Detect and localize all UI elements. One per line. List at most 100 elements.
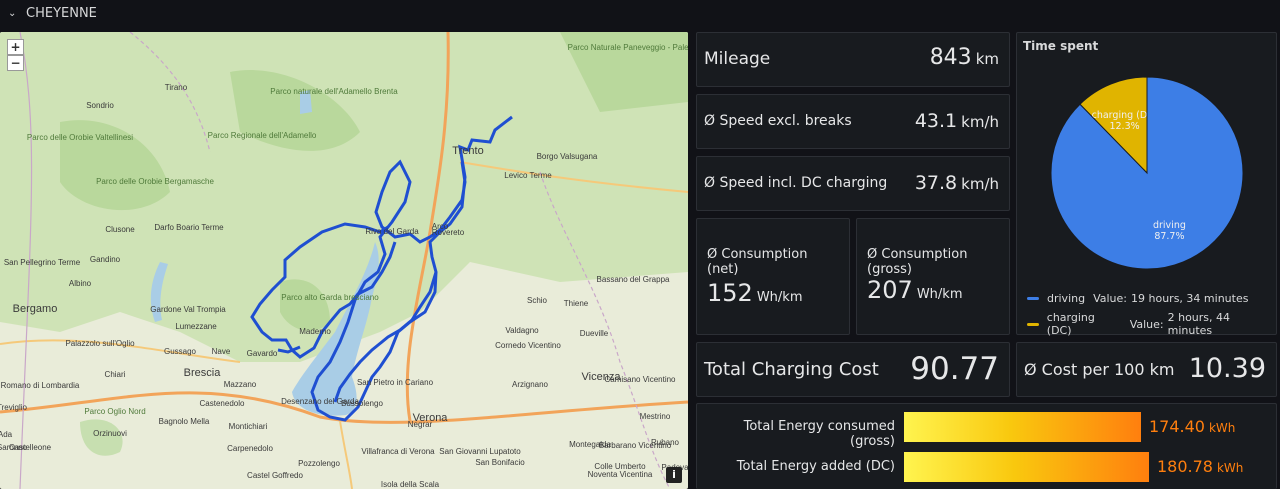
map-place-label: Mazzano bbox=[224, 380, 257, 389]
mileage-panel: Mileage 843 km bbox=[696, 32, 1010, 87]
legend-driving-swatch bbox=[1027, 297, 1039, 300]
row-title: CHEYENNE bbox=[26, 5, 97, 21]
map-place-label: Parco delle Orobie Bergamasche bbox=[96, 177, 214, 186]
consumption-net-title: Ø Consumption (net) bbox=[707, 247, 808, 277]
map-place-label: San Bonifacio bbox=[475, 458, 525, 467]
energy-consumed-bar bbox=[904, 412, 1141, 442]
map-panel[interactable]: Tirano Parco naturale dell'Adamello Brent… bbox=[0, 32, 688, 489]
map-place-label: Parco Regionale dell'Adamello bbox=[208, 131, 317, 140]
map-place-label: Bagnolo Mella bbox=[159, 417, 210, 426]
speed-excl-title: Ø Speed excl. breaks bbox=[704, 113, 852, 129]
map-place-label: Gavardo bbox=[247, 349, 278, 358]
map-place-label: Albino bbox=[69, 279, 92, 288]
map-place-label: Parco alto Garda bresciano bbox=[281, 293, 379, 302]
map-place-label: Trento bbox=[452, 145, 483, 157]
map-place-label: Pozzolengo bbox=[298, 459, 340, 468]
speed-incl-panel: Ø Speed incl. DC charging 37.8 km/h bbox=[696, 156, 1010, 211]
cost-per-100-panel: Ø Cost per 100 km 10.39 bbox=[1016, 342, 1277, 397]
map-place-label: Borgo Valsugana bbox=[537, 152, 598, 161]
cost-per-100-title: Ø Cost per 100 km bbox=[1024, 360, 1175, 379]
map-place-label: Noventa Vicentina bbox=[588, 470, 653, 479]
map-place-label: Mestrino bbox=[640, 412, 671, 421]
time-spent-pie-chart[interactable]: charging (DC)12.3%driving87.7% bbox=[1017, 33, 1278, 293]
map-place-label: Montichiari bbox=[229, 422, 268, 431]
legend-charging-value: 2 hours, 44 minutes bbox=[1167, 311, 1231, 337]
map-place-label: Thiene bbox=[564, 299, 589, 308]
map-place-label: Isola della Scala bbox=[381, 480, 440, 489]
cost-per-100-value: 10.39 bbox=[1188, 353, 1266, 384]
speed-excl-value: 43.1 km/h bbox=[914, 110, 999, 132]
speed-incl-title: Ø Speed incl. DC charging bbox=[704, 175, 888, 191]
map-place-label: Gussago bbox=[164, 347, 197, 356]
map-place-label: Parco Oglio Nord bbox=[84, 407, 145, 416]
legend-charging-swatch bbox=[1027, 322, 1039, 326]
map-place-label: Sondrio bbox=[86, 101, 114, 110]
pie-slice-percent-label: 12.3% bbox=[1109, 121, 1139, 132]
charging-cost-title: Total Charging Cost bbox=[704, 359, 879, 380]
map-place-label: Chiari bbox=[105, 370, 126, 379]
map-place-label: Nave bbox=[212, 347, 231, 356]
energy-consumed-label: Total Energy consumed (gross) bbox=[743, 419, 895, 449]
map-place-label: San Pietro in Cariano bbox=[357, 378, 434, 387]
attribution-info-button[interactable]: i bbox=[666, 467, 682, 483]
legend-charging-prefix: Value: bbox=[1129, 317, 1164, 331]
map-place-label: Riva del Garda bbox=[365, 227, 419, 236]
map-place-label: Orzinuovi bbox=[93, 429, 127, 438]
mileage-title: Mileage bbox=[704, 49, 771, 69]
map-place-label: Negrar bbox=[408, 420, 433, 429]
energy-added-bar bbox=[904, 452, 1149, 482]
consumption-gross-title: Ø Consumption (gross) bbox=[867, 247, 968, 277]
map-place-label: Palazzolo sull'Oglio bbox=[65, 339, 135, 348]
speed-excl-panel: Ø Speed excl. breaks 43.1 km/h bbox=[696, 94, 1010, 149]
map-place-label: Camisano Vicentino bbox=[604, 375, 676, 384]
map-place-label: Castenedolo bbox=[200, 399, 245, 408]
legend-driving-prefix: Value: bbox=[1093, 292, 1128, 305]
legend-driving[interactable]: driving Value: 19 hours, 34 minutes bbox=[1027, 292, 1248, 305]
zoom-out-button[interactable]: − bbox=[7, 55, 24, 71]
row-header[interactable]: ⌄ CHEYENNE bbox=[0, 0, 1280, 26]
energy-added-label: Total Energy added (DC) bbox=[736, 459, 895, 474]
time-spent-panel: Time spent charging (DC) 12.3% driving 87.7… bbox=[1016, 32, 1278, 337]
energy-consumed-value: 174.40 kWh bbox=[1149, 417, 1236, 436]
map-place-label: Levico Terme bbox=[504, 171, 552, 180]
map-place-label: Valdagno bbox=[505, 326, 539, 335]
map-place-label: Rovereto bbox=[432, 228, 465, 237]
pie-slice-driving[interactable] bbox=[1050, 76, 1244, 270]
map-place-label: Bergamo bbox=[13, 303, 58, 315]
energy-added-value: 180.78 kWh bbox=[1157, 457, 1244, 476]
map-place-label: Parco Naturale Paneveggio - Pale di San … bbox=[568, 43, 688, 52]
speed-incl-value: 37.8 km/h bbox=[914, 172, 999, 194]
consumption-net-value: 152 Wh/km bbox=[707, 279, 803, 307]
map-place-label: Arzignano bbox=[512, 380, 549, 389]
legend-driving-value: 19 hours, 34 minutes bbox=[1131, 292, 1249, 305]
map-place-label: Castel Goffredo bbox=[247, 471, 303, 480]
map-place-label: San Giovanni Lupatoto bbox=[439, 447, 521, 456]
map-place-label: Parco delle Orobie Valtellinesi bbox=[27, 133, 133, 142]
energy-panel: Total Energy consumed (gross) 174.40 kWh … bbox=[696, 403, 1277, 489]
map-place-label: Dueville bbox=[580, 329, 609, 338]
zoom-in-button[interactable]: + bbox=[7, 39, 24, 55]
map-place-label: Rubano bbox=[651, 438, 680, 447]
charging-cost-panel: Total Charging Cost 90.77 bbox=[696, 342, 1010, 397]
map-place-label: Saronno bbox=[0, 443, 28, 452]
map-place-label: Clusone bbox=[105, 225, 135, 234]
map-canvas[interactable]: Tirano Parco naturale dell'Adamello Brent… bbox=[0, 32, 688, 489]
map-place-label: Tirano bbox=[165, 83, 188, 92]
legend-charging[interactable]: charging (DC) Value: 2 hours, 44 minutes bbox=[1027, 311, 1276, 337]
map-place-label: Bassano del Grappa bbox=[597, 275, 670, 284]
consumption-net-panel: Ø Consumption (net) 152 Wh/km bbox=[696, 218, 850, 335]
consumption-gross-panel: Ø Consumption (gross) 207 Wh/km bbox=[856, 218, 1010, 335]
map-place-label: Treviglio bbox=[0, 403, 28, 412]
map-place-label: Carpenedolo bbox=[227, 444, 273, 453]
pie-slice-name-label: driving bbox=[1153, 220, 1186, 231]
map-place-label: Ada bbox=[0, 430, 13, 439]
map-place-label: Lumezzane bbox=[175, 322, 217, 331]
map-place-label: Romano di Lombardia bbox=[1, 381, 80, 390]
map-place-label: Gandino bbox=[90, 255, 121, 264]
pie-slice-percent-label: 87.7% bbox=[1154, 231, 1184, 242]
map-place-label: Montegalda bbox=[569, 440, 611, 449]
chevron-down-icon[interactable]: ⌄ bbox=[8, 8, 20, 19]
map-place-label: Gardone Val Trompia bbox=[150, 305, 226, 314]
map-place-label: Schio bbox=[527, 296, 548, 305]
map-place-label: Cornedo Vicentino bbox=[495, 341, 561, 350]
